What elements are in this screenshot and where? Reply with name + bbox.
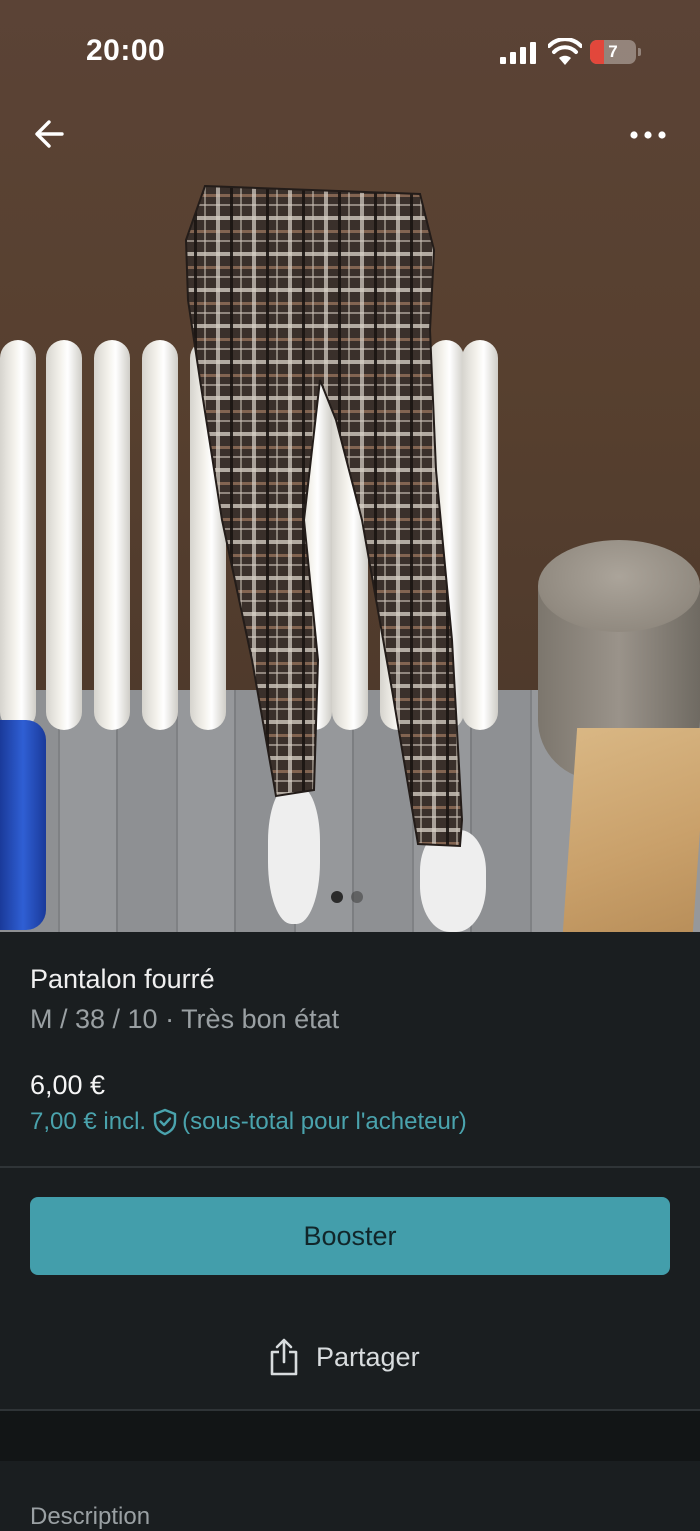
share-button[interactable]: Partager	[268, 1334, 420, 1380]
booster-button[interactable]: Booster	[30, 1197, 670, 1275]
carousel-dot-active[interactable]	[331, 891, 343, 903]
item-price: 6,00 €	[30, 1070, 106, 1100]
plaid-pants	[184, 184, 464, 848]
more-options-button[interactable]	[624, 118, 672, 152]
carousel-indicator	[331, 890, 371, 904]
wifi-icon	[548, 38, 582, 65]
carousel-dot[interactable]	[351, 891, 363, 903]
battery-level: 7	[608, 42, 618, 61]
section-gap	[0, 1411, 700, 1461]
share-icon	[270, 1338, 298, 1376]
arrow-left-icon	[35, 120, 64, 148]
share-label: Partager	[316, 1341, 420, 1372]
product-photo[interactable]	[0, 0, 700, 932]
status-bar: 20:00 7	[0, 0, 700, 100]
description-label: Description	[30, 1503, 151, 1530]
battery-icon: 7	[590, 40, 641, 64]
price-incl: 7,00 € incl.	[30, 1108, 147, 1135]
cellular-signal-icon	[500, 42, 538, 64]
status-time: 20:00	[86, 34, 166, 67]
shield-check-icon	[153, 1108, 177, 1136]
item-meta: M / 38 / 10 · Très bon état	[30, 1004, 340, 1034]
buyer-protection-price[interactable]: 7,00 € incl. (sous-total pour l'acheteur…	[30, 1108, 467, 1136]
divider	[0, 1166, 700, 1168]
more-horizontal-icon	[630, 131, 666, 139]
back-button[interactable]	[30, 114, 72, 154]
item-title: Pantalon fourré	[30, 964, 215, 994]
price-incl-note: (sous-total pour l'acheteur)	[182, 1108, 467, 1135]
